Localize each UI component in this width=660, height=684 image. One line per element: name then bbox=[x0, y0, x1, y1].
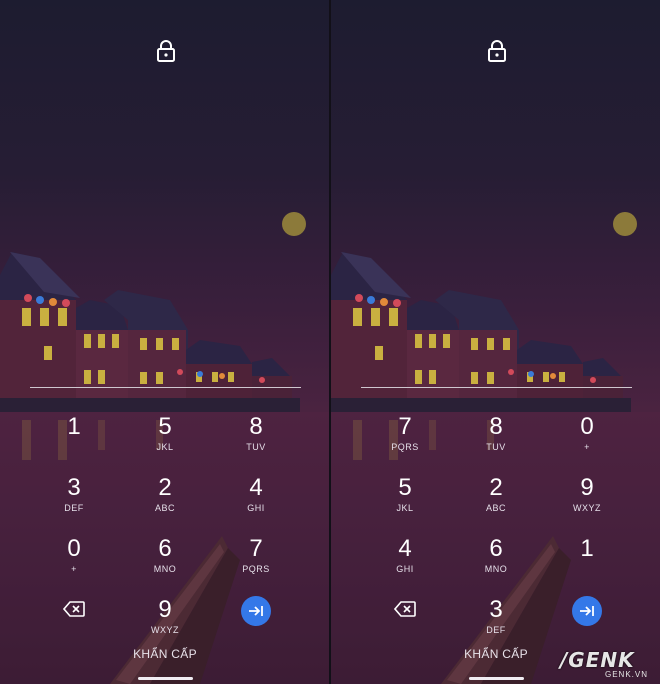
key-8[interactable]: 8 TUV bbox=[461, 414, 531, 466]
key-6[interactable]: 6 MNO bbox=[130, 536, 200, 588]
enter-icon bbox=[580, 606, 594, 616]
key-digit: 5 bbox=[398, 474, 412, 501]
key-8[interactable]: 8 TUV bbox=[221, 414, 291, 466]
key-5[interactable]: 5 JKL bbox=[370, 475, 440, 527]
key-letters: JKL bbox=[156, 442, 174, 452]
home-indicator[interactable] bbox=[469, 677, 524, 680]
key-5[interactable]: 5 JKL bbox=[130, 414, 200, 466]
key-digit: 1 bbox=[580, 535, 594, 562]
key-letters: MNO bbox=[484, 564, 508, 574]
key-digit: 9 bbox=[158, 596, 172, 623]
key-digit: 2 bbox=[489, 474, 503, 501]
lockscreen-left: 1 5 JKL 8 TUV 3 DEF 2 ABC 4 GHI 0 + 6 MNO 7 PQRS… bbox=[0, 0, 329, 684]
key-6[interactable]: 6 MNO bbox=[461, 536, 531, 588]
lock-icon bbox=[157, 40, 175, 62]
pin-entry-line bbox=[30, 387, 301, 388]
pin-entry-line bbox=[361, 387, 632, 388]
key-3[interactable]: 3 DEF bbox=[39, 475, 109, 527]
key-letters: PQRS bbox=[391, 442, 419, 452]
key-letters: + bbox=[71, 564, 77, 574]
key-letters: JKL bbox=[396, 503, 414, 513]
key-7[interactable]: 7 PQRS bbox=[221, 536, 291, 588]
key-digit: 4 bbox=[249, 474, 263, 501]
key-digit: 5 bbox=[158, 413, 172, 440]
key-0[interactable]: 0 + bbox=[552, 414, 622, 466]
key-2[interactable]: 2 ABC bbox=[130, 475, 200, 527]
moon bbox=[613, 212, 637, 236]
lockscreen-right: 7 PQRS 8 TUV 0 + 5 JKL 2 ABC 9 WXYZ 4 GHI 6 MNO … bbox=[331, 0, 660, 684]
key-letters: DEF bbox=[486, 625, 506, 635]
key-digit: 7 bbox=[249, 535, 263, 562]
key-digit: 8 bbox=[249, 413, 263, 440]
key-digit: 6 bbox=[158, 535, 172, 562]
key-digit: 4 bbox=[398, 535, 412, 562]
key-letters: WXYZ bbox=[151, 625, 179, 635]
key-letters: PQRS bbox=[242, 564, 270, 574]
key-digit: 2 bbox=[158, 474, 172, 501]
home-indicator[interactable] bbox=[138, 677, 193, 680]
key-letters: TUV bbox=[486, 442, 506, 452]
backspace-icon[interactable] bbox=[394, 601, 416, 617]
key-digit: 3 bbox=[67, 474, 81, 501]
key-letters: MNO bbox=[153, 564, 177, 574]
key-digit: 3 bbox=[489, 596, 503, 623]
key-digit: 1 bbox=[67, 413, 81, 440]
key-9[interactable]: 9 WXYZ bbox=[130, 597, 200, 649]
enter-button[interactable] bbox=[572, 596, 602, 626]
key-7[interactable]: 7 PQRS bbox=[370, 414, 440, 466]
watermark-logo-text: /GENK bbox=[560, 648, 635, 672]
key-digit: 6 bbox=[489, 535, 503, 562]
key-digit: 7 bbox=[398, 413, 412, 440]
enter-button[interactable] bbox=[241, 596, 271, 626]
moon bbox=[282, 212, 306, 236]
backspace-icon[interactable] bbox=[63, 601, 85, 617]
enter-icon bbox=[249, 606, 263, 616]
key-3[interactable]: 3 DEF bbox=[461, 597, 531, 649]
key-9[interactable]: 9 WXYZ bbox=[552, 475, 622, 527]
key-digit: 8 bbox=[489, 413, 503, 440]
key-letters: ABC bbox=[154, 503, 175, 513]
key-letters: GHI bbox=[396, 564, 414, 574]
key-letters: WXYZ bbox=[573, 503, 601, 513]
key-letters: DEF bbox=[64, 503, 84, 513]
key-1[interactable]: 1 bbox=[552, 536, 622, 588]
lock-icon bbox=[488, 40, 506, 62]
key-2[interactable]: 2 ABC bbox=[461, 475, 531, 527]
key-digit: 9 bbox=[580, 474, 594, 501]
key-letters: GHI bbox=[247, 503, 265, 513]
key-digit: 0 bbox=[67, 535, 81, 562]
emergency-button[interactable]: KHẨN CẤP bbox=[110, 647, 220, 661]
key-4[interactable]: 4 GHI bbox=[370, 536, 440, 588]
key-letters: + bbox=[584, 442, 590, 452]
genk-watermark: /GENK GENK.VN bbox=[560, 648, 654, 682]
key-letters: ABC bbox=[485, 503, 506, 513]
key-letters: TUV bbox=[246, 442, 266, 452]
key-4[interactable]: 4 GHI bbox=[221, 475, 291, 527]
key-1[interactable]: 1 bbox=[39, 414, 109, 466]
emergency-button[interactable]: KHẨN CẤP bbox=[441, 647, 551, 661]
key-0[interactable]: 0 + bbox=[39, 536, 109, 588]
key-digit: 0 bbox=[580, 413, 594, 440]
